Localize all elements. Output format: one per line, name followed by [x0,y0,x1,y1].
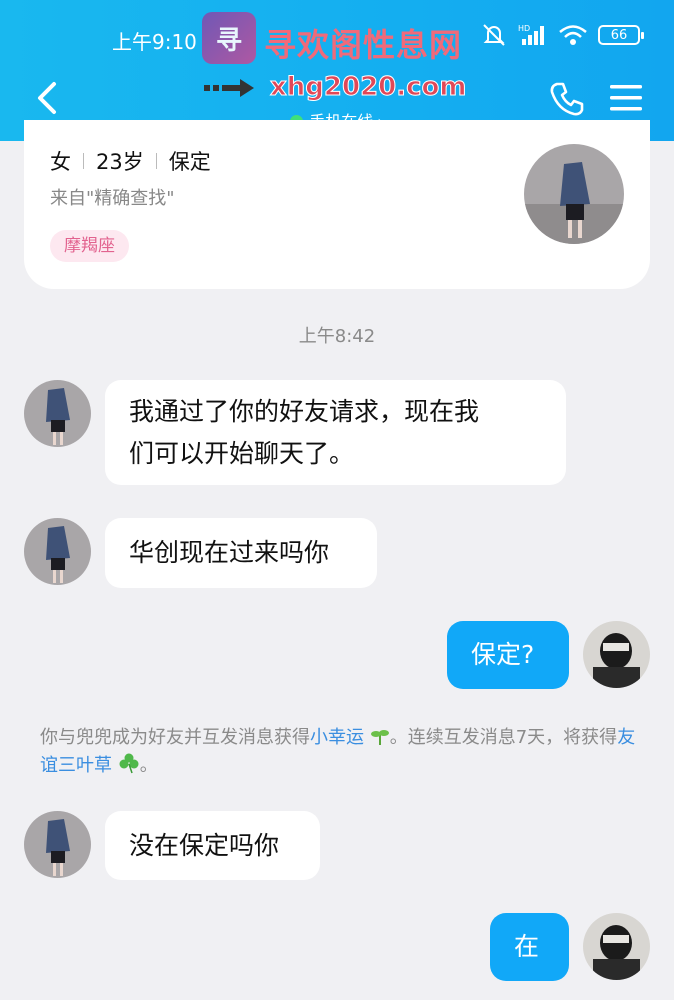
profile-city: 保定 [168,150,211,174]
watermark-title: 寻欢阁性息网 [264,26,463,64]
watermark-logo: 寻 [202,12,256,64]
message-bubble-outgoing[interactable]: 保定? [447,621,569,689]
chat-timestamp: 上午8:42 [298,326,376,347]
divider [155,153,157,169]
profile-tags: 女 23岁 保定 [50,146,211,176]
message-line: 们可以开始聊天了。 [129,439,355,468]
my-avatar[interactable] [583,621,650,688]
system-notice: 你与兜兜成为好友并互发消息获得小幸运 。连续互发消息7天，将获得友谊三叶草 。 [40,724,640,780]
battery-indicator: 66 [598,25,644,45]
message-bubble-outgoing[interactable]: 在 [490,913,569,981]
message-bubble-incoming[interactable]: 我通过了你的好友请求，现在我 们可以开始聊天了。 [105,380,566,485]
sprout-icon [370,730,389,745]
status-time: 上午9:10 [112,30,197,54]
watermark-arrow-icon [204,79,254,97]
message-line: 我通过了你的好友请求，现在我 [129,397,480,426]
system-notice-text: 你与兜兜成为好友并互发消息获得 [40,727,310,748]
profile-avatar[interactable] [524,144,624,244]
message-bubble-incoming[interactable]: 华创现在过来吗你 [105,518,377,588]
zodiac-badge: 摩羯座 [50,230,129,262]
profile-gender: 女 [50,150,71,174]
svg-text:HD: HD [518,24,530,33]
divider [83,153,84,169]
profile-card[interactable]: 女 23岁 保定 来自"精确查找" 摩羯座 [24,120,650,289]
status-icons: HD 66 [480,22,644,48]
contact-avatar[interactable] [24,811,91,878]
contact-avatar[interactable] [24,518,91,585]
profile-age: 23岁 [96,150,144,174]
profile-source: 来自"精确查找" [50,188,175,209]
clover-icon [119,753,139,774]
link-lucky[interactable]: 小幸运 [310,727,364,748]
contact-avatar[interactable] [24,380,91,447]
wifi-icon [559,25,587,45]
my-avatar[interactable] [583,913,650,980]
message-bubble-incoming[interactable]: 没在保定吗你 [105,811,320,880]
signal-icon: HD [518,24,544,45]
mute-bell-icon [483,24,505,46]
system-notice-text: 。 [139,755,158,776]
system-notice-text: 。连续互发消息7天，将获得 [389,727,618,748]
watermark-url: xhg2020.com [270,72,467,103]
